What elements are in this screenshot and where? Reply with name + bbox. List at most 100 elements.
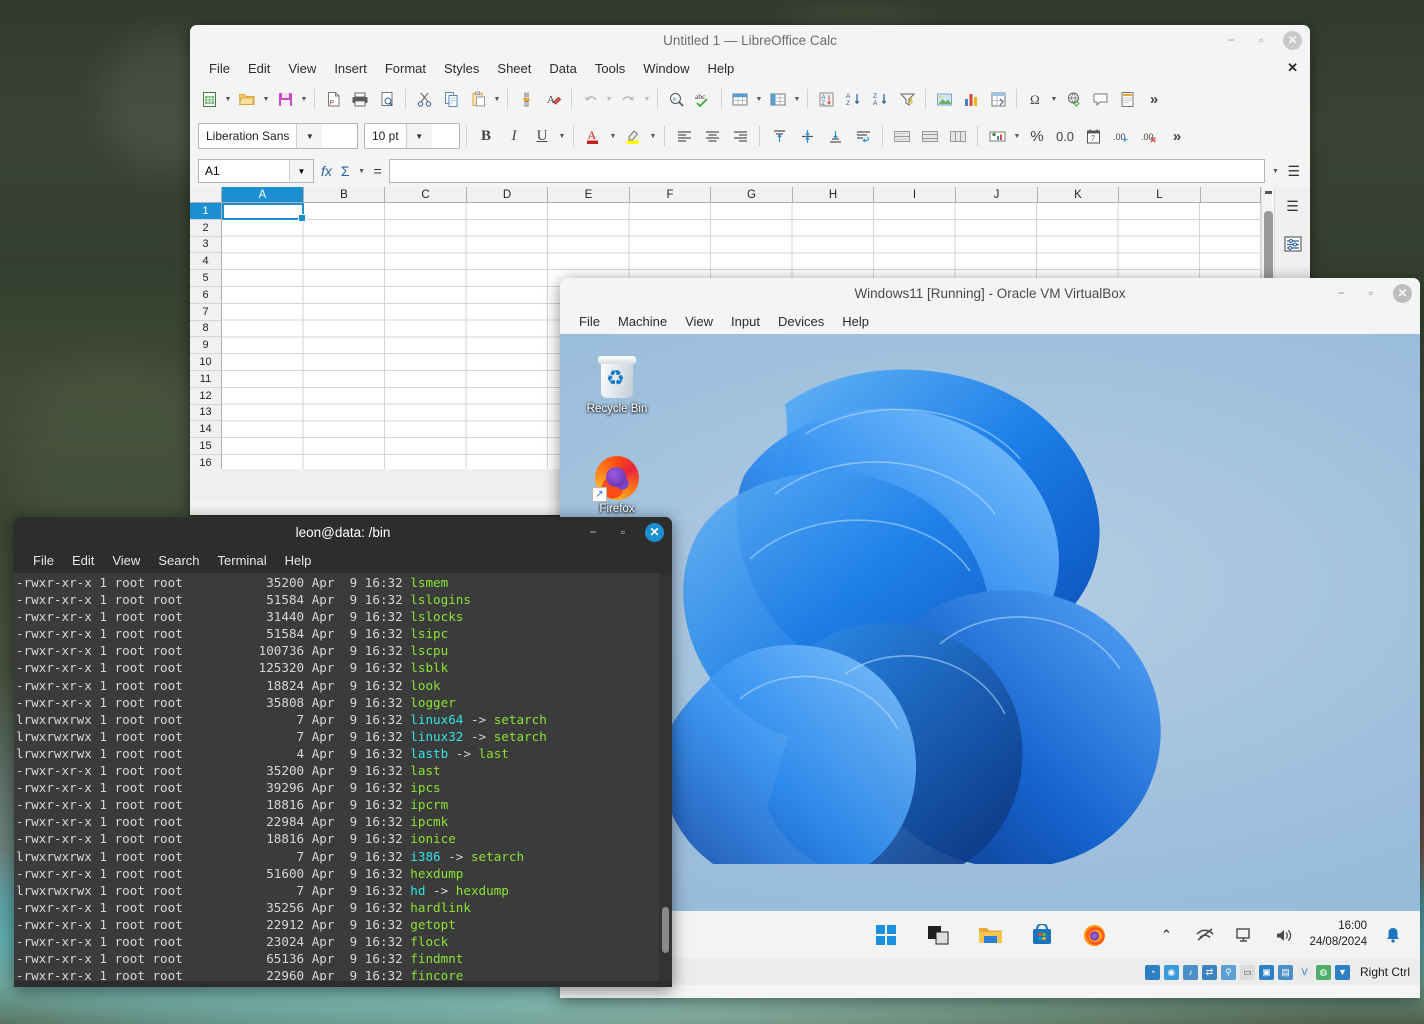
sum-dropdown-icon[interactable]: ▼ [357,168,367,175]
column-header-e[interactable]: E [548,187,630,203]
row-header-15[interactable]: 15 [190,438,222,455]
row-header-9[interactable]: 9 [190,337,222,354]
shared-folder-icon[interactable]: ▭ [1240,965,1255,980]
bold-icon[interactable]: B [473,123,499,149]
terminal-output[interactable]: -rwxr-xr-x 1 root root 35200 Apr 9 16:32… [14,573,672,981]
align-center-icon[interactable] [699,123,725,149]
menu-data[interactable]: Data [540,58,585,79]
scroll-up-icon[interactable] [1265,191,1272,194]
vm-screen[interactable]: ♻ Recycle Bin ↗ Firefox [560,334,1420,959]
chevron-up-icon[interactable]: ⌃ [1153,922,1179,948]
merge-center-icon[interactable] [917,123,943,149]
menu-window[interactable]: Window [634,58,698,79]
merge-cells-icon[interactable] [889,123,915,149]
audio-icon[interactable]: ♪ [1183,965,1198,980]
column-header-b[interactable]: B [304,187,385,203]
new-document-dropdown-icon[interactable]: ▼ [223,96,233,103]
row-header-7[interactable]: 7 [190,304,222,321]
sum-icon[interactable]: Σ [339,163,352,179]
maximize-icon[interactable]: ▫ [615,524,631,540]
chevron-down-icon[interactable]: ▼ [406,124,432,148]
clear-formatting-icon[interactable]: A [540,86,566,112]
decimal-icon[interactable]: 0.0 [1052,123,1078,149]
menu-terminal[interactable]: Terminal [209,550,276,571]
menu-file[interactable]: File [570,311,609,332]
menu-edit[interactable]: Edit [239,58,279,79]
column-header-m[interactable] [1201,187,1261,203]
close-icon[interactable]: ✕ [1283,31,1302,50]
row-header-14[interactable]: 14 [190,421,222,438]
column-header-h[interactable]: H [793,187,874,203]
menu-input[interactable]: Input [722,311,769,332]
display-icon[interactable]: ▣ [1259,965,1274,980]
print-preview-icon[interactable] [374,86,400,112]
highlight-color-dropdown-icon[interactable]: ▼ [648,133,658,140]
terminal-window[interactable]: leon@data: /bin − ▫ ✕ File Edit View Sea… [14,517,672,987]
expand-formula-bar-icon[interactable]: ▼ [1270,168,1280,175]
menu-insert[interactable]: Insert [325,58,376,79]
windows-start-icon[interactable] [873,922,899,948]
format-as-number-icon[interactable] [984,123,1010,149]
menu-styles[interactable]: Styles [435,58,488,79]
font-color-dropdown-icon[interactable]: ▼ [608,133,618,140]
usb-icon[interactable]: ⚲ [1221,965,1236,980]
maximize-icon[interactable]: ▫ [1253,32,1269,48]
column-header-j[interactable]: J [956,187,1038,203]
row-header-1[interactable]: 1 [190,203,222,220]
row-header-5[interactable]: 5 [190,270,222,287]
desktop-icon-recycle-bin[interactable]: ♻ Recycle Bin [580,356,654,415]
close-icon[interactable]: ✕ [645,523,664,542]
format-number-dropdown-icon[interactable]: ▼ [1012,133,1022,140]
menu-sheet[interactable]: Sheet [488,58,540,79]
column-dropdown-icon[interactable]: ▼ [792,96,802,103]
task-view-icon[interactable] [925,922,951,948]
underline-dropdown-icon[interactable]: ▼ [557,133,567,140]
menu-help[interactable]: Help [276,550,321,571]
underline-icon[interactable]: U [529,123,555,149]
vm-icon[interactable]: V [1297,965,1312,980]
align-left-icon[interactable] [671,123,697,149]
column-header-f[interactable]: F [630,187,711,203]
open-icon[interactable] [234,86,260,112]
menu-help[interactable]: Help [833,311,878,332]
name-box[interactable]: A1 ▼ [198,159,314,183]
paste-icon[interactable] [465,86,491,112]
row-dropdown-icon[interactable]: ▼ [754,96,764,103]
headers-footers-icon[interactable] [1114,86,1140,112]
sort-descending-icon[interactable]: ZA [867,86,893,112]
comment-icon[interactable] [1087,86,1113,112]
column-header-k[interactable]: K [1038,187,1119,203]
row-icon[interactable] [727,86,753,112]
font-color-icon[interactable]: A [580,123,606,149]
column-header-c[interactable]: C [385,187,467,203]
terminal-scrollbar[interactable] [659,573,672,981]
wrap-text-icon[interactable] [850,123,876,149]
hard-disk-icon[interactable]: ◔ [1145,965,1160,980]
find-replace-icon[interactable]: a [663,86,689,112]
menu-help[interactable]: Help [698,58,743,79]
pivot-table-icon[interactable] [985,86,1011,112]
network-disconnected-icon[interactable] [1192,922,1218,948]
firefox-icon[interactable] [1081,922,1107,948]
menu-edit[interactable]: Edit [63,550,103,571]
menu-view[interactable]: View [279,58,325,79]
sidebar-settings-icon[interactable]: ☰ [1280,193,1306,219]
row-header-12[interactable]: 12 [190,388,222,405]
menu-view[interactable]: View [676,311,722,332]
scrollbar-thumb[interactable] [1264,211,1273,287]
menu-tools[interactable]: Tools [586,58,634,79]
recording-icon[interactable]: ▤ [1278,965,1293,980]
chart-icon[interactable] [958,86,984,112]
sort-icon[interactable]: AZ [813,86,839,112]
autofilter-icon[interactable] [894,86,920,112]
row-header-11[interactable]: 11 [190,371,222,388]
chevron-down-icon[interactable]: ▼ [296,124,322,148]
maximize-icon[interactable]: ▫ [1363,285,1379,301]
column-header-i[interactable]: I [874,187,956,203]
remote-icon[interactable]: ◍ [1316,965,1331,980]
delete-decimal-icon[interactable]: .00 [1136,123,1162,149]
row-header-16[interactable]: 16 [190,455,222,469]
network-icon[interactable]: ⇄ [1202,965,1217,980]
taskbar-clock[interactable]: 16:00 24/08/2024 [1309,919,1367,950]
column-header-a[interactable]: A [222,187,304,203]
